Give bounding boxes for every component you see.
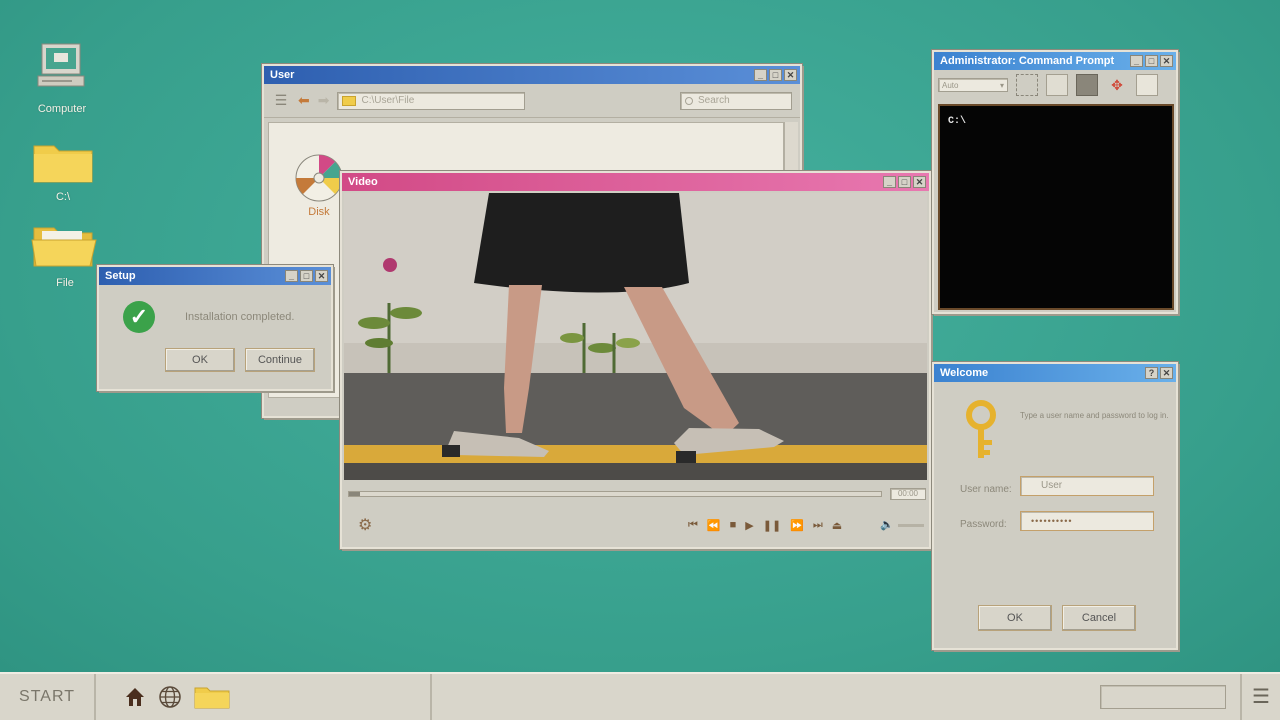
play-icon[interactable]: ▶ (745, 519, 753, 532)
folder-icon (342, 95, 357, 106)
password-label: Password: (960, 519, 1007, 530)
seek-progress (349, 492, 360, 496)
font-select-value: Auto (942, 80, 959, 90)
key-icon (966, 400, 996, 458)
minimize-button[interactable]: _ (754, 69, 767, 81)
close-button[interactable]: ✕ (315, 270, 328, 282)
mark-icon[interactable] (1016, 74, 1038, 96)
video-scene (344, 193, 927, 480)
ok-button[interactable]: OK (978, 605, 1052, 631)
properties-icon[interactable] (1136, 74, 1158, 96)
check-icon: ✓ (123, 301, 155, 333)
quick-launch (96, 674, 432, 720)
video-frame[interactable] (344, 193, 927, 480)
home-icon[interactable] (124, 686, 146, 708)
forward-arrow-icon[interactable]: ➡ (318, 92, 330, 109)
disk-label: Disk (308, 206, 330, 218)
desktop-icon-label: Computer (37, 103, 87, 115)
font-select[interactable]: Auto ▾ (938, 78, 1008, 92)
computer-icon (37, 43, 85, 87)
window-title: Setup (105, 270, 136, 282)
move-icon[interactable]: ✥ (1106, 74, 1128, 96)
password-field[interactable]: •••••••••• (1020, 511, 1154, 531)
explorer-titlebar[interactable]: User _ □ ✕ (264, 66, 800, 84)
close-button[interactable]: ✕ (913, 176, 926, 188)
folder-icon[interactable] (194, 685, 230, 709)
minimize-button[interactable]: _ (1130, 55, 1143, 67)
paste-icon[interactable] (1076, 74, 1098, 96)
chevron-down-icon: ▾ (999, 80, 1004, 90)
cmd-titlebar[interactable]: Administrator: Command Prompt _ □ ✕ (934, 52, 1176, 70)
pause-icon[interactable]: ❚❚ (763, 519, 781, 532)
open-folder-icon (31, 227, 97, 267)
cmd-toolbar: Auto ▾ ✥ (934, 70, 1176, 100)
settings-icon[interactable]: ⚙ (358, 515, 372, 535)
help-button[interactable]: ? (1145, 367, 1158, 379)
desktop-icon-label: C:\ (55, 191, 71, 203)
stop-icon[interactable]: ■ (730, 519, 737, 532)
setup-message: Installation completed. (185, 311, 295, 323)
rewind-icon[interactable]: ⏪ (707, 519, 721, 532)
video-titlebar[interactable]: Video _ □ ✕ (342, 173, 929, 191)
taskbar: START ☰ (0, 672, 1280, 720)
login-instructions: Type a user name and password to log in. (1020, 411, 1169, 420)
back-arrow-icon[interactable]: ⬅ (298, 92, 310, 109)
password-value: •••••••••• (1031, 516, 1073, 526)
desktop-icon-c-drive[interactable]: C:\ (18, 140, 108, 203)
search-placeholder: Search (698, 95, 730, 106)
maximize-button[interactable]: □ (769, 69, 782, 81)
address-bar[interactable]: C:\User\File (337, 91, 526, 110)
volume-icon[interactable]: 🔈 (880, 518, 894, 531)
username-value: User (1041, 480, 1063, 491)
globe-icon[interactable] (158, 685, 182, 709)
close-button[interactable]: ✕ (784, 69, 797, 81)
skip-back-icon[interactable]: ⏮ (688, 519, 698, 532)
folder-icon (33, 145, 93, 183)
fast-forward-icon[interactable]: ⏩ (790, 519, 804, 532)
maximize-button[interactable]: □ (1145, 55, 1158, 67)
cmd-window: Administrator: Command Prompt _ □ ✕ Auto… (932, 50, 1178, 314)
copy-icon[interactable] (1046, 74, 1068, 96)
disk-item[interactable]: Disk (291, 153, 347, 218)
username-label: User name: (960, 484, 1012, 495)
menu-icon[interactable]: ☰ (272, 92, 290, 109)
cmd-console[interactable]: C:\ (938, 104, 1174, 310)
minimize-button[interactable]: _ (883, 176, 896, 188)
disk-icon (295, 154, 343, 202)
setup-dialog: Setup _ □ ✕ ✓ Installation completed. OK… (97, 265, 333, 391)
welcome-titlebar[interactable]: Welcome ? ✕ (934, 364, 1176, 382)
desktop: Computer C:\ File User _ □ ✕ ☰ ⬅ ➡ C:\Us… (0, 0, 1280, 672)
username-field[interactable]: User (1020, 476, 1154, 496)
minimize-button[interactable]: _ (285, 270, 298, 282)
window-title: Welcome (940, 367, 989, 379)
eject-icon[interactable]: ⏏ (832, 519, 842, 532)
volume-slider[interactable] (898, 524, 924, 527)
explorer-toolbar: ☰ ⬅ ➡ C:\User\File Search (264, 84, 800, 118)
address-path: C:\User\File (361, 95, 415, 106)
start-button[interactable]: START (0, 674, 96, 720)
menu-icon[interactable]: ☰ (1240, 674, 1280, 720)
time-display: 00:00 (890, 488, 926, 500)
window-title: Administrator: Command Prompt (940, 55, 1115, 67)
cmd-prompt: C:\ (948, 116, 967, 127)
search-icon (685, 96, 693, 105)
tray-field (1100, 685, 1226, 709)
cancel-button[interactable]: Cancel (1062, 605, 1136, 631)
close-button[interactable]: ✕ (1160, 55, 1173, 67)
maximize-button[interactable]: □ (300, 270, 313, 282)
playback-controls: ⏮ ⏪ ■ ▶ ❚❚ ⏩ ⏭ ⏏ (688, 519, 842, 532)
window-title: Video (348, 176, 378, 188)
desktop-icon-computer[interactable]: Computer (17, 40, 107, 115)
setup-titlebar[interactable]: Setup _ □ ✕ (99, 267, 331, 285)
ok-button[interactable]: OK (165, 348, 235, 372)
close-button[interactable]: ✕ (1160, 367, 1173, 379)
seek-bar[interactable] (348, 491, 882, 497)
skip-forward-icon[interactable]: ⏭ (813, 519, 823, 532)
video-window: Video _ □ ✕ 00:00 ⚙ ⏮ ⏪ ■ ▶ ❚❚ ⏩ ⏭ ⏏ 🔈 (340, 171, 931, 549)
search-input[interactable]: Search (680, 91, 792, 110)
window-title: User (270, 69, 295, 81)
continue-button[interactable]: Continue (245, 348, 315, 372)
maximize-button[interactable]: □ (898, 176, 911, 188)
welcome-dialog: Welcome ? ✕ Type a user name and passwor… (932, 362, 1178, 650)
